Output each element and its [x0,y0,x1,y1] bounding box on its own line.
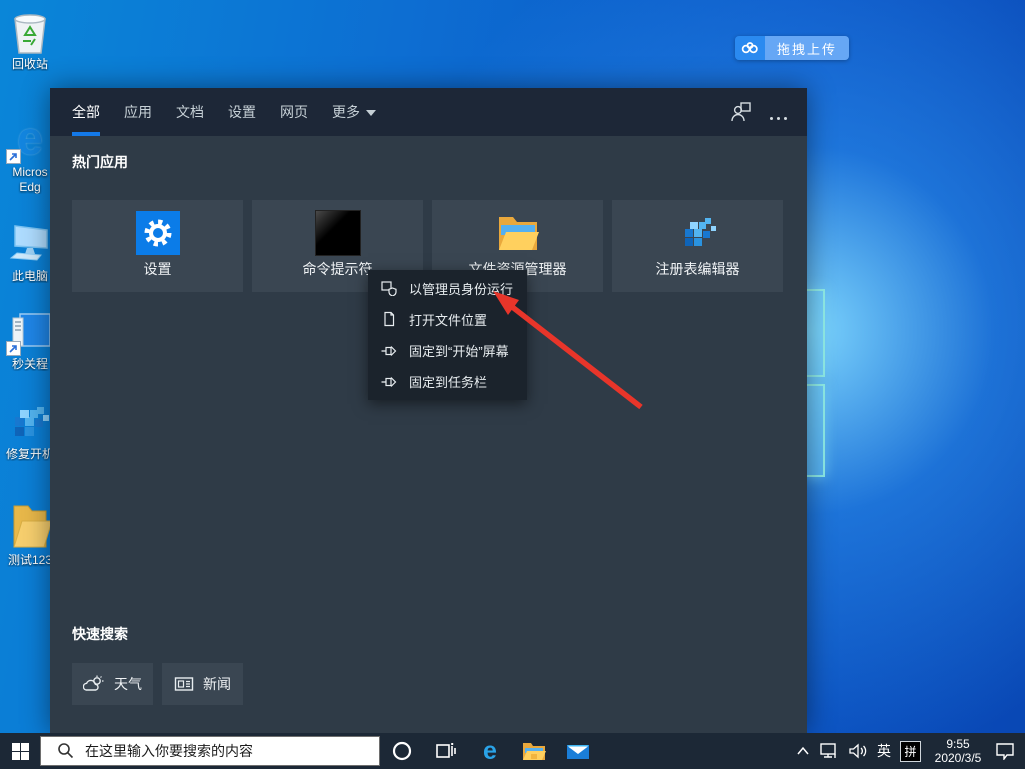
chevron-down-icon [366,110,376,116]
menu-item-label: 以管理员身份运行 [409,279,513,298]
tab-settings[interactable]: 设置 [228,88,256,132]
more-options-icon[interactable] [770,107,787,129]
wallpaper-window-glow-2 [804,384,825,477]
account-feedback-icon[interactable] [729,101,753,128]
taskbar-clock[interactable]: 9:55 2020/3/5 [930,737,986,765]
drag-upload-widget[interactable]: 拖拽上传 [735,36,849,60]
tab-more-label: 更多 [332,104,360,120]
quick-search-label: 新闻 [203,674,231,694]
windows-logo-icon [12,743,29,760]
search-panel-header: 全部 应用 文档 设置 网页 更多 [50,88,807,136]
open-location-icon [381,311,397,327]
folder-icon [522,741,546,761]
taskbar: e 英 拼 9:55 2020 [0,733,1025,769]
network-icon[interactable] [819,742,839,760]
edge-icon: e [483,739,497,764]
menu-item-open-file-location[interactable]: 打开文件位置 [368,304,527,334]
language-indicator[interactable]: 英 [877,741,891,761]
registry-cubes-icon [678,210,718,256]
system-tray: 英 拼 9:55 2020/3/5 [796,737,1025,765]
task-view-button[interactable] [424,733,468,769]
start-button[interactable] [0,733,40,769]
tile-settings[interactable]: 设置 [72,200,243,292]
pin-icon [381,343,397,359]
menu-item-pin-to-taskbar[interactable]: 固定到任务栏 [368,367,527,397]
menu-item-pin-to-start[interactable]: 固定到“开始”屏幕 [368,336,527,366]
tile-label: 命令提示符 [303,259,373,279]
cortana-button[interactable] [380,733,424,769]
ime-mode-indicator[interactable]: 拼 [900,741,921,762]
search-input[interactable] [40,736,380,766]
wallpaper-window-glow-1 [804,289,825,377]
menu-item-run-as-admin[interactable]: 以管理员身份运行 [368,273,527,303]
pin-icon [381,374,397,390]
desktop-icon-recycle-bin[interactable]: 回收站 [2,8,58,71]
tray-overflow-chevron-icon[interactable] [796,746,810,756]
volume-icon[interactable] [848,743,868,759]
context-menu: 以管理员身份运行 打开文件位置 固定到“开始”屏幕 固定到任务栏 [368,270,527,400]
netdisk-cloud-icon [735,36,765,60]
drag-upload-label[interactable]: 拖拽上传 [765,36,849,60]
tab-web[interactable]: 网页 [280,88,308,132]
tab-documents[interactable]: 文档 [176,88,204,132]
tab-more[interactable]: 更多 [332,88,376,132]
desktop-icon-label: 回收站 [2,58,58,71]
active-tab-underline [72,132,100,136]
hot-apps-title: 热门应用 [72,152,128,172]
taskbar-mail-button[interactable] [556,733,600,769]
clock-time: 9:55 [930,737,986,751]
quick-search-news[interactable]: 新闻 [162,663,243,705]
tile-registry-editor[interactable]: 注册表编辑器 [612,200,783,292]
mail-icon [566,742,590,760]
cortana-circle-icon [392,741,412,761]
shortcut-arrow-icon [6,341,21,356]
tile-label: 设置 [144,259,172,279]
clock-date: 2020/3/5 [930,751,986,765]
quick-search-title: 快速搜索 [72,624,128,644]
menu-item-label: 固定到“开始”屏幕 [409,341,509,360]
run-as-admin-icon [381,280,397,296]
tab-all[interactable]: 全部 [72,88,100,132]
action-center-icon[interactable] [995,742,1015,760]
weather-icon [83,675,105,693]
recycle-bin-icon [2,8,58,56]
folder-icon [496,210,540,256]
gear-icon [136,210,180,256]
tile-label: 注册表编辑器 [656,259,740,279]
taskbar-edge-button[interactable]: e [468,733,512,769]
shortcut-arrow-icon [6,149,21,164]
taskbar-search-box[interactable] [40,736,380,766]
menu-item-label: 打开文件位置 [409,310,487,329]
news-icon [174,676,194,692]
search-icon [57,742,74,759]
task-view-icon [435,742,457,760]
menu-item-label: 固定到任务栏 [409,372,487,391]
quick-search-weather[interactable]: 天气 [72,663,153,705]
search-panel: 全部 应用 文档 设置 网页 更多 热门应用 [50,88,807,733]
taskbar-file-explorer-button[interactable] [512,733,556,769]
tab-apps[interactable]: 应用 [124,88,152,132]
terminal-icon [315,210,361,256]
quick-search-label: 天气 [114,674,142,694]
